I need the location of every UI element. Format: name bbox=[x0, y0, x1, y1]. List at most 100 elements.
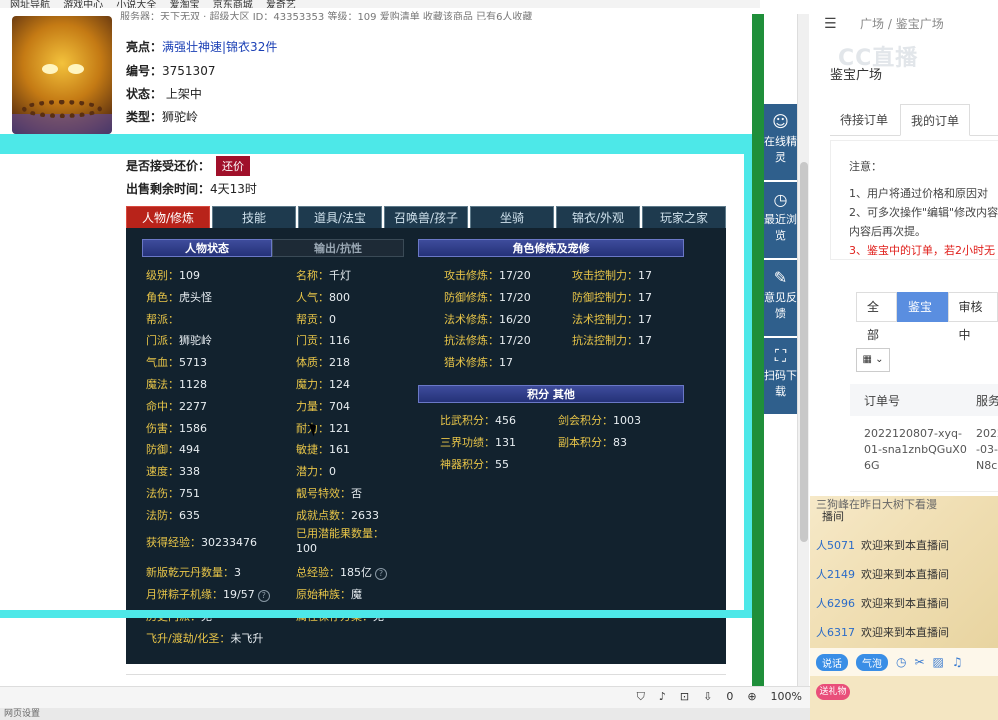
control-row: 攻击控制力：17 bbox=[572, 267, 652, 283]
service-value: 2022-03-N8c bbox=[976, 427, 998, 472]
stat-row-value: 否 bbox=[351, 487, 362, 500]
bell-icon[interactable]: ♫ bbox=[952, 655, 963, 669]
scissors-icon[interactable]: ✂ bbox=[914, 655, 924, 669]
remaining-label: 出售剩余时间： bbox=[126, 182, 211, 196]
highlight-label: 亮点： bbox=[126, 40, 163, 54]
lock-icon[interactable]: ⊡ bbox=[680, 690, 689, 704]
tool-online-assistant[interactable]: ☺ 在线精灵 bbox=[764, 104, 797, 180]
bookmark-item[interactable]: 京东商城 bbox=[213, 0, 253, 8]
control-row-value: 17 bbox=[638, 334, 652, 348]
stat-row: 敏捷：161 bbox=[296, 441, 350, 457]
bookmark-item[interactable]: 小说大全 bbox=[116, 0, 156, 8]
filter-appraising[interactable]: 鉴宝中 bbox=[897, 292, 948, 342]
stat-row-value: 116 bbox=[329, 334, 350, 348]
timer-icon[interactable]: ◷ bbox=[896, 655, 906, 669]
help-icon[interactable]: ? bbox=[375, 568, 387, 580]
zongzi-label: 月饼粽子机缘： bbox=[146, 588, 223, 601]
stat-row: 级别：109 bbox=[146, 267, 200, 283]
race-label: 原始种族： bbox=[296, 588, 351, 601]
cultivation-row-value: 16/20 bbox=[499, 312, 531, 326]
stat-row: 防御：494 bbox=[146, 441, 200, 457]
notice-title: 注意： bbox=[849, 160, 882, 173]
tab-my-orders[interactable]: 我的订单 bbox=[900, 104, 971, 136]
gift-button[interactable]: 送礼物 bbox=[816, 684, 850, 700]
filter-reviewing[interactable]: 审核中 bbox=[947, 292, 998, 342]
zoom-level[interactable]: 100% bbox=[771, 690, 802, 704]
cultivation-row-value: 17/20 bbox=[499, 290, 531, 304]
tab-home[interactable]: 玩家之家 bbox=[642, 206, 726, 228]
order-number: 2022120807-xyq-01-sna1znbQGuX06G bbox=[864, 427, 967, 472]
stat-row: 帮贡：0 bbox=[296, 311, 336, 327]
volume-icon[interactable]: ♪ bbox=[659, 690, 666, 704]
bookmark-item[interactable]: 游戏中心 bbox=[63, 0, 103, 8]
column-settings-button[interactable]: ▦ ⌄ bbox=[856, 348, 890, 372]
notice-line: 1、用户将通过价格和原因对 bbox=[849, 187, 988, 200]
bargain-button[interactable]: 还价 bbox=[216, 156, 251, 176]
points-row-value: 83 bbox=[613, 435, 627, 449]
chat-message: 欢迎来到本直播间 bbox=[861, 539, 949, 552]
highlight-value: 满强壮神速|锦衣32件 bbox=[162, 40, 278, 54]
bookmark-item[interactable]: 爱奇艺 bbox=[266, 0, 296, 8]
control-row-value: 17 bbox=[638, 312, 652, 326]
cyan-overlay-top bbox=[0, 134, 752, 154]
tab-pending-orders[interactable]: 待接订单 bbox=[830, 104, 898, 136]
stat-row-label: 帮贡： bbox=[296, 312, 329, 326]
points-row-value: 1003 bbox=[613, 414, 641, 427]
chat-username[interactable]: 人6317 bbox=[816, 626, 855, 639]
stat-row: 成就点数：2633 bbox=[296, 507, 379, 523]
tab-skills[interactable]: 技能 bbox=[212, 206, 296, 228]
table-row[interactable]: 2022120807-xyq-01-sna1znbQGuX06G 2022-03… bbox=[850, 416, 998, 492]
help-icon[interactable]: ? bbox=[257, 590, 270, 602]
control-row: 抗法控制力：17 bbox=[572, 332, 652, 348]
chat-message: 播间 bbox=[822, 510, 844, 523]
breadcrumb-appraisal[interactable]: 鉴宝广场 bbox=[896, 17, 944, 31]
stat-row: 命中：2277 bbox=[146, 398, 207, 414]
fly-label: 飞升/渡劫/化圣： bbox=[146, 632, 231, 645]
tab-items[interactable]: 道具/法宝 bbox=[298, 206, 382, 228]
bookmark-item[interactable]: 爱淘宝 bbox=[170, 0, 200, 8]
chat-username[interactable]: 人5071 bbox=[816, 539, 855, 552]
image-icon[interactable]: ▨ bbox=[933, 655, 944, 669]
detail-tabs: 人物/修炼 技能 道具/法宝 召唤兽/孩子 坐骑 锦衣/外观 玩家之家 bbox=[126, 206, 726, 228]
download-icon[interactable]: ⇩ bbox=[703, 690, 712, 704]
page-scrollbar[interactable] bbox=[797, 14, 809, 694]
stat-row: 法防：635 bbox=[146, 507, 200, 523]
control-row-label: 法术控制力： bbox=[572, 312, 638, 326]
tool-download[interactable]: ⛶ 扫码下载 bbox=[764, 338, 797, 414]
tool-recent[interactable]: ◷ 最近浏览 bbox=[764, 182, 797, 258]
menu-icon[interactable]: ☰ bbox=[824, 16, 837, 32]
shield-icon[interactable]: ⛉ bbox=[637, 690, 645, 704]
stat-row-value: 124 bbox=[329, 378, 350, 391]
subtab-output-resist[interactable]: 输出/抗性 bbox=[272, 239, 404, 257]
tool-label: 扫码下载 bbox=[764, 369, 797, 398]
order-tabs: 待接订单 我的订单 bbox=[830, 104, 998, 136]
bubble-button[interactable]: 气泡 bbox=[856, 653, 888, 671]
exp-row: 获得经验：30233476 bbox=[146, 534, 257, 550]
filter-all[interactable]: 全部 bbox=[856, 292, 897, 342]
breadcrumb-square[interactable]: 广场 bbox=[860, 17, 884, 31]
fruit-value: 100 bbox=[296, 542, 317, 555]
tool-feedback[interactable]: ✎ 意见反馈 bbox=[764, 260, 797, 336]
stat-row: 法伤：751 bbox=[146, 485, 200, 501]
chat-username[interactable]: 人2149 bbox=[816, 568, 855, 581]
stat-row-value: 2633 bbox=[351, 508, 379, 522]
subtab-char-status[interactable]: 人物状态 bbox=[142, 239, 272, 257]
speak-button[interactable]: 说话 bbox=[816, 653, 848, 671]
green-strip bbox=[752, 14, 764, 720]
page-divider bbox=[126, 674, 726, 675]
tab-mounts[interactable]: 坐骑 bbox=[470, 206, 554, 228]
scroll-thumb[interactable] bbox=[800, 162, 808, 542]
qianyuan-row: 新版乾元丹数量：3 bbox=[146, 564, 241, 580]
stat-row: 魔力：124 bbox=[296, 376, 350, 392]
chat-username[interactable]: 人6296 bbox=[816, 597, 855, 610]
tab-outfits[interactable]: 锦衣/外观 bbox=[556, 206, 640, 228]
tab-pets[interactable]: 召唤兽/孩子 bbox=[384, 206, 468, 228]
qianyuan-value: 3 bbox=[234, 566, 241, 579]
tab-character[interactable]: 人物/修炼 bbox=[126, 206, 210, 228]
zoom-icon[interactable]: ⊕ bbox=[747, 690, 756, 704]
table-header: 订单号 服务 bbox=[850, 384, 998, 416]
bookmark-item[interactable]: 网址导航 bbox=[10, 0, 50, 8]
control-row-value: 17 bbox=[638, 290, 652, 304]
points-row: 剑会积分：1003 bbox=[558, 412, 641, 428]
stat-row-value: 千灯 bbox=[329, 269, 351, 282]
